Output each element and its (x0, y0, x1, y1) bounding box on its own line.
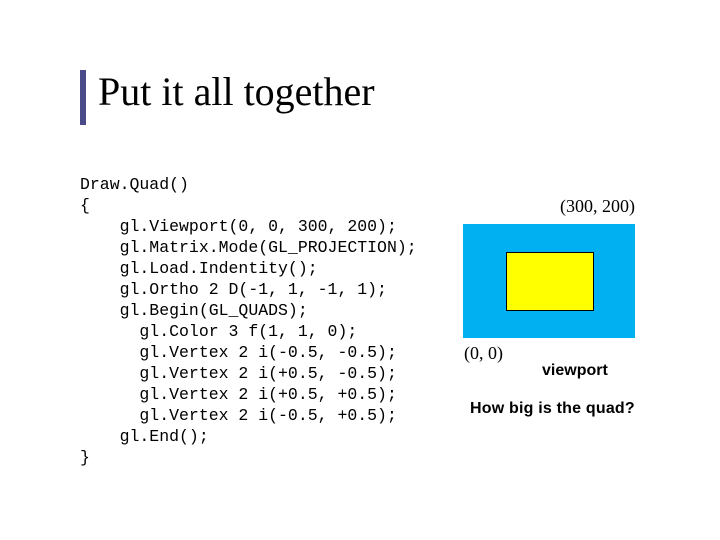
slide-title: Put it all together (98, 68, 375, 115)
slide: Put it all together Draw.Quad() { gl.Vie… (0, 0, 720, 540)
quad-rect (506, 252, 594, 311)
coord-bottom-left: (0, 0) (464, 343, 503, 364)
viewport-label: viewport (542, 362, 608, 380)
viewport-rect (463, 224, 635, 338)
question-text: How big is the quad? (470, 400, 635, 418)
title-accent-bar (80, 70, 86, 125)
coord-top-right: (300, 200) (560, 196, 635, 217)
code-block: Draw.Quad() { gl.Viewport(0, 0, 300, 200… (80, 174, 417, 468)
